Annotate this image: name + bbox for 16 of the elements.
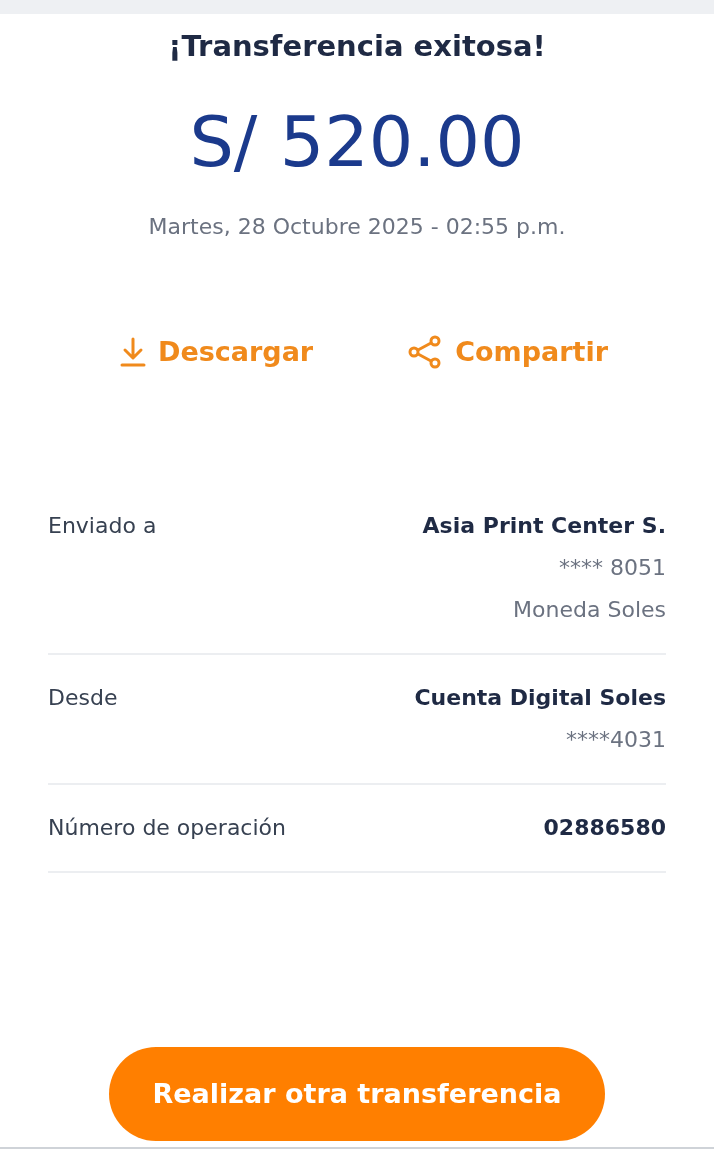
amount: S/ 520.00	[188, 100, 526, 184]
detail-subvalue: **** 8051	[559, 553, 666, 582]
detail-value: Asia Print Center S.	[422, 511, 666, 540]
success-title: ¡Transferencia exitosa!	[167, 28, 547, 64]
download-icon	[119, 337, 146, 368]
date-time: Martes, 28 Octubre 2025 - 02:55 p.m.	[147, 213, 567, 241]
detail-label: Número de operación	[48, 813, 286, 842]
detail-value: Cuenta Digital Soles	[414, 683, 666, 712]
detail-label: Enviado a	[48, 511, 157, 540]
share-button[interactable]: Compartir	[407, 332, 608, 373]
new-transfer-button[interactable]: Realizar otra transferencia	[109, 1047, 605, 1141]
detail-value: 02886580	[543, 813, 666, 842]
detail-subvalue: ****4031	[566, 725, 666, 754]
download-button[interactable]: Descargar	[119, 332, 314, 373]
detail-subvalue: Moneda Soles	[513, 595, 666, 624]
detail-label: Desde	[48, 683, 118, 712]
